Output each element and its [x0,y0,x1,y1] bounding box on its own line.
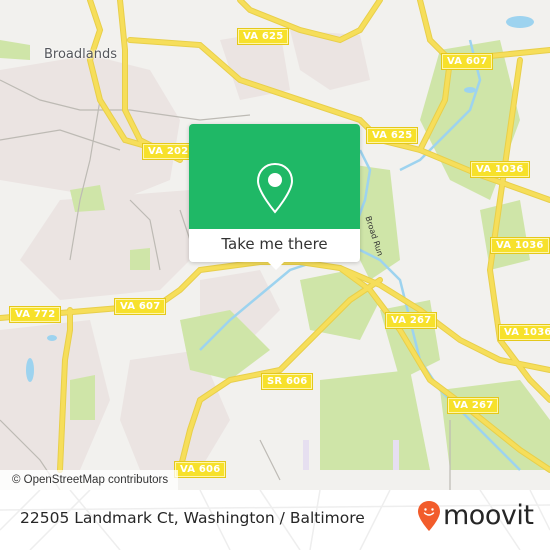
take-me-there-button[interactable]: Take me there [189,229,360,262]
moovit-logo[interactable]: moovit [417,500,534,532]
map-pin-icon [256,162,294,214]
route-shield-va607: VA 607 [440,53,494,70]
map-view[interactable]: Broadlands Broad Run VA 625 VA 607 VA 20… [0,0,550,490]
route-shield-va772: VA 772 [8,306,62,323]
route-shield-sr606: SR 606 [260,373,314,390]
route-shield-va606: VA 606 [173,461,227,478]
footer-bar: 22505 Landmark Ct, Washington / Baltimor… [0,490,550,550]
route-shield-va1036: VA 1036 [470,161,530,178]
moovit-smiley-pin-icon [418,501,440,531]
route-shield-va625: VA 625 [236,28,290,45]
popup-header [189,124,360,229]
route-shield-va607: VA 607 [113,298,167,315]
place-label-broadlands: Broadlands [44,47,117,62]
route-shield-va625: VA 625 [365,127,419,144]
route-shield-va267: VA 267 [446,397,500,414]
address-text: 22505 Landmark Ct, Washington / Baltimor… [20,509,365,527]
moovit-wordmark: moovit [443,500,534,531]
popup-pointer [267,261,285,270]
route-shield-va1036: VA 1036 [490,237,550,254]
map-attribution[interactable]: © OpenStreetMap contributors [0,470,179,490]
route-shield-va1036: VA 1036 [498,324,550,341]
take-me-there-popup[interactable]: Take me there [189,124,360,270]
route-shield-va267: VA 267 [384,312,438,329]
